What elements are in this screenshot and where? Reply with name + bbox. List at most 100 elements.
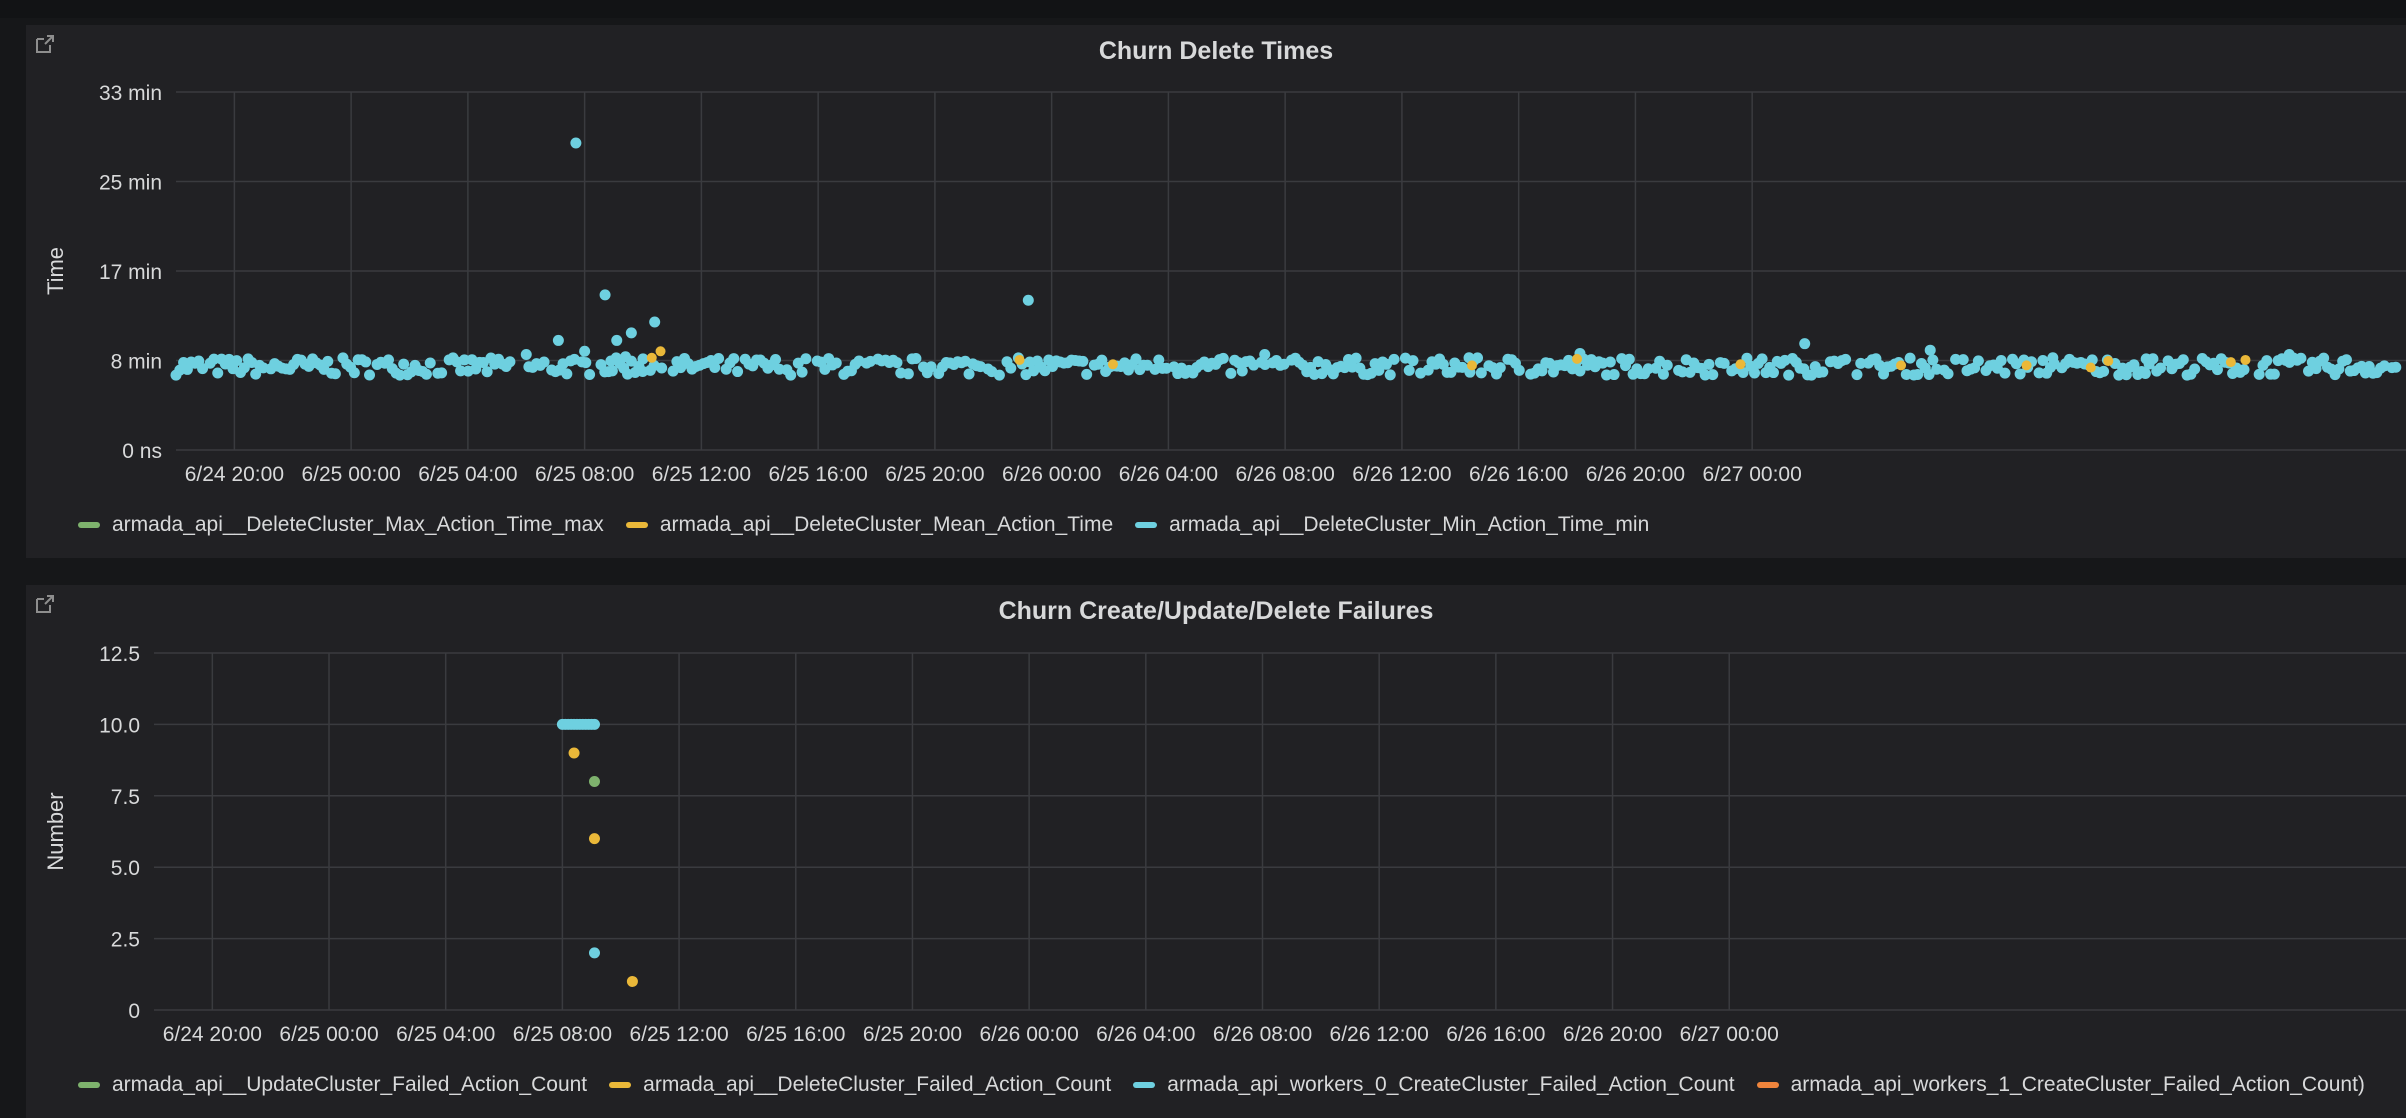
legend-item[interactable]: armada_api__DeleteCluster_Min_Action_Tim… — [1135, 513, 1649, 537]
legend-item[interactable]: armada_api_workers_0_CreateCluster_Faile… — [1133, 1073, 1735, 1097]
y-tick-label: 0 ns — [122, 440, 162, 463]
x-tick-label: 6/25 20:00 — [863, 1023, 962, 1046]
data-point-min — [902, 368, 914, 380]
legend-swatch — [78, 1082, 100, 1088]
data-point-min — [1384, 369, 1396, 381]
data-point-min — [2295, 352, 2307, 364]
legend-item[interactable]: armada_api__DeleteCluster_Failed_Action_… — [609, 1073, 1111, 1097]
legend-item[interactable]: armada_api__DeleteCluster_Max_Action_Tim… — [78, 513, 604, 537]
x-tick-label: 6/24 20:00 — [185, 463, 284, 486]
data-point-min — [993, 369, 1005, 381]
y-tick-label: 10.0 — [99, 714, 140, 737]
data-point-min — [1756, 353, 1768, 365]
data-point-min — [1703, 358, 1715, 370]
data-point-min — [2098, 365, 2110, 377]
data-point-min — [1840, 353, 1852, 365]
data-point-min — [322, 355, 334, 367]
data-point-mean — [1107, 359, 1118, 370]
data-point-delete — [588, 833, 600, 845]
data-point-mean — [1735, 359, 1746, 370]
data-point-mean — [2225, 357, 2236, 368]
x-tick-label: 6/25 04:00 — [418, 463, 517, 486]
legend-swatch — [1135, 522, 1158, 528]
data-point-mean — [2240, 354, 2251, 365]
data-point-min — [2261, 355, 2273, 367]
data-point-min — [1942, 368, 1954, 380]
x-tick-label: 6/25 08:00 — [535, 463, 634, 486]
data-point-min — [2047, 352, 2059, 364]
data-point-min — [2283, 349, 2295, 361]
data-point-min — [1604, 356, 1616, 368]
data-point-min — [2139, 367, 2151, 379]
data-point-min — [520, 349, 532, 361]
x-tick-label: 6/24 20:00 — [163, 1023, 262, 1046]
data-point-min — [1957, 354, 1969, 366]
x-tick-label: 6/25 08:00 — [513, 1023, 612, 1046]
data-point-min — [584, 369, 596, 381]
x-tick-label: 6/25 16:00 — [746, 1023, 845, 1046]
data-point-min — [1217, 352, 1229, 364]
legend-item[interactable]: armada_api__UpdateCluster_Failed_Action_… — [78, 1073, 587, 1097]
data-point-min — [2238, 364, 2250, 376]
data-point-min — [2340, 354, 2352, 366]
legend: armada_api__UpdateCluster_Failed_Action_… — [78, 1073, 2387, 1097]
y-tick-label: 8 min — [111, 351, 162, 374]
x-tick-label: 6/26 20:00 — [1563, 1023, 1662, 1046]
failures-chart: 0 2.5 5.0 7.5 10.0 12.5 6/24 20:00 6/25 00:00 6/… — [43, 643, 2406, 1046]
data-point-min — [1661, 359, 1673, 371]
data-point-min — [538, 356, 550, 368]
top-bar — [0, 0, 2406, 18]
data-point-min — [504, 356, 516, 368]
panel-churn-failures: Churn Create/Update/Delete Failures 0 2.5… — [26, 585, 2406, 1118]
legend-item[interactable]: armada_api_workers_1_CreateCluster_Faile… — [1756, 1073, 2365, 1097]
data-point-mean — [1896, 360, 1907, 371]
legend-swatch — [1133, 1082, 1156, 1088]
y-tick-label: 2.5 — [111, 929, 140, 952]
y-axis-label: Time — [43, 247, 68, 295]
y-tick-label: 0 — [128, 1000, 140, 1023]
data-point-mean — [655, 346, 666, 357]
data-point-min — [570, 137, 582, 149]
data-point-min — [1022, 294, 1034, 306]
y-tick-label: 25 min — [99, 172, 162, 195]
data-point-min — [891, 357, 903, 369]
panel-churn-delete-times: Churn Delete Times 0 ns 8 min 17 min 25 min… — [26, 25, 2406, 558]
data-point-min — [1904, 352, 1916, 364]
data-point-min — [436, 367, 448, 379]
data-point-min — [1350, 352, 1362, 364]
x-tick-label: 6/25 20:00 — [885, 463, 984, 486]
data-point-min — [605, 355, 617, 367]
data-point-update — [588, 776, 600, 788]
data-point-min — [2140, 353, 2152, 365]
data-point-min — [1494, 362, 1506, 374]
x-tick-label: 6/25 04:00 — [396, 1023, 495, 1046]
data-point-min — [1005, 362, 1017, 374]
data-point-min — [1077, 355, 1089, 367]
data-point-min — [1225, 367, 1237, 379]
legend-label: armada_api_workers_0_CreateCluster_Faile… — [1167, 1073, 1735, 1096]
data-point-min — [1749, 367, 1761, 379]
legend-label: armada_api__DeleteCluster_Failed_Action_… — [643, 1073, 1112, 1096]
y-tick-label: 5.0 — [111, 857, 140, 880]
data-point-min — [1403, 364, 1415, 376]
x-tick-label: 6/26 12:00 — [1330, 1023, 1429, 1046]
data-point-min — [649, 316, 661, 328]
data-point-min — [732, 366, 744, 378]
data-point-min — [1924, 344, 1936, 356]
data-point-min — [348, 367, 360, 379]
data-point-min — [1513, 364, 1525, 376]
data-point-min — [579, 345, 591, 357]
x-tick-label: 6/25 12:00 — [652, 463, 751, 486]
data-point-min — [1767, 367, 1779, 379]
data-point-min — [1995, 355, 2007, 367]
data-point-min — [1783, 369, 1795, 381]
data-point-min — [620, 351, 632, 363]
data-point-min — [2189, 363, 2201, 375]
delete-times-chart: 0 ns 8 min 17 min 25 min 33 min 6/24 20:00 6/2… — [43, 82, 2406, 486]
data-point-min — [1851, 369, 1863, 381]
x-tick-label: 6/26 00:00 — [1002, 463, 1101, 486]
legend-item[interactable]: armada_api__DeleteCluster_Mean_Action_Ti… — [625, 513, 1113, 537]
y-tick-label: 12.5 — [99, 643, 140, 666]
data-point-min — [637, 353, 649, 365]
legend-swatch — [1756, 1082, 1779, 1088]
